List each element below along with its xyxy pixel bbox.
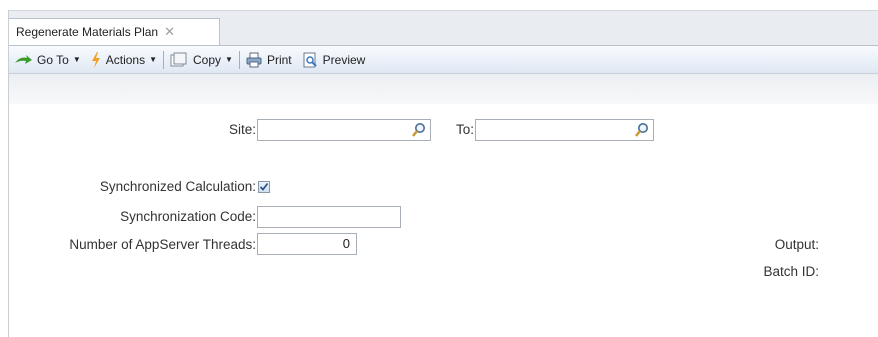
to-input[interactable] bbox=[475, 119, 654, 141]
output-label: Output: bbox=[774, 237, 819, 252]
threads-input[interactable]: 0 bbox=[257, 233, 357, 255]
copy-button[interactable]: Copy ▼ bbox=[168, 46, 235, 73]
copy-label: Copy bbox=[193, 52, 222, 67]
sync-code-input[interactable] bbox=[257, 206, 401, 228]
chevron-down-icon: ▼ bbox=[225, 55, 233, 64]
magnifier-icon[interactable] bbox=[411, 122, 427, 138]
preview-icon bbox=[302, 52, 318, 68]
goto-label: Go To bbox=[37, 52, 69, 67]
toolbar-divider bbox=[238, 50, 240, 69]
tab-title: Regenerate Materials Plan bbox=[16, 25, 159, 39]
green-arrow-icon bbox=[14, 54, 32, 65]
preview-button[interactable]: Preview bbox=[300, 46, 368, 73]
goto-button[interactable]: Go To ▼ bbox=[12, 46, 83, 73]
actions-label: Actions bbox=[105, 52, 146, 67]
printer-icon bbox=[246, 52, 262, 68]
chevron-down-icon: ▼ bbox=[149, 55, 158, 64]
print-label: Print bbox=[266, 52, 292, 67]
site-input[interactable] bbox=[257, 119, 431, 141]
tab-regenerate-materials-plan[interactable]: Regenerate Materials Plan ✕ bbox=[8, 18, 220, 45]
chevron-down-icon: ▼ bbox=[72, 55, 81, 64]
site-label: Site: bbox=[228, 122, 256, 137]
close-icon[interactable]: ✕ bbox=[164, 24, 175, 40]
preview-label: Preview bbox=[322, 52, 366, 67]
toolbar-divider bbox=[163, 50, 165, 69]
toolbar: Go To ▼ Actions ▼ Copy ▼ Print Preview bbox=[8, 45, 878, 74]
to-label: To: bbox=[455, 122, 474, 137]
sync-calc-checkbox[interactable] bbox=[258, 181, 270, 193]
magnifier-icon[interactable] bbox=[634, 122, 650, 138]
sub-header-bar bbox=[8, 74, 878, 104]
print-button[interactable]: Print bbox=[244, 46, 294, 73]
sync-code-label: Synchronization Code: bbox=[120, 209, 256, 224]
batch-id-label: Batch ID: bbox=[763, 264, 819, 279]
copy-icon bbox=[170, 52, 188, 68]
lightning-icon bbox=[91, 51, 101, 68]
actions-button[interactable]: Actions ▼ bbox=[89, 46, 159, 73]
threads-label: Number of AppServer Threads: bbox=[69, 237, 256, 252]
sync-calc-label: Synchronized Calculation: bbox=[99, 179, 256, 194]
checkmark-icon bbox=[259, 183, 269, 191]
left-border bbox=[8, 10, 9, 337]
